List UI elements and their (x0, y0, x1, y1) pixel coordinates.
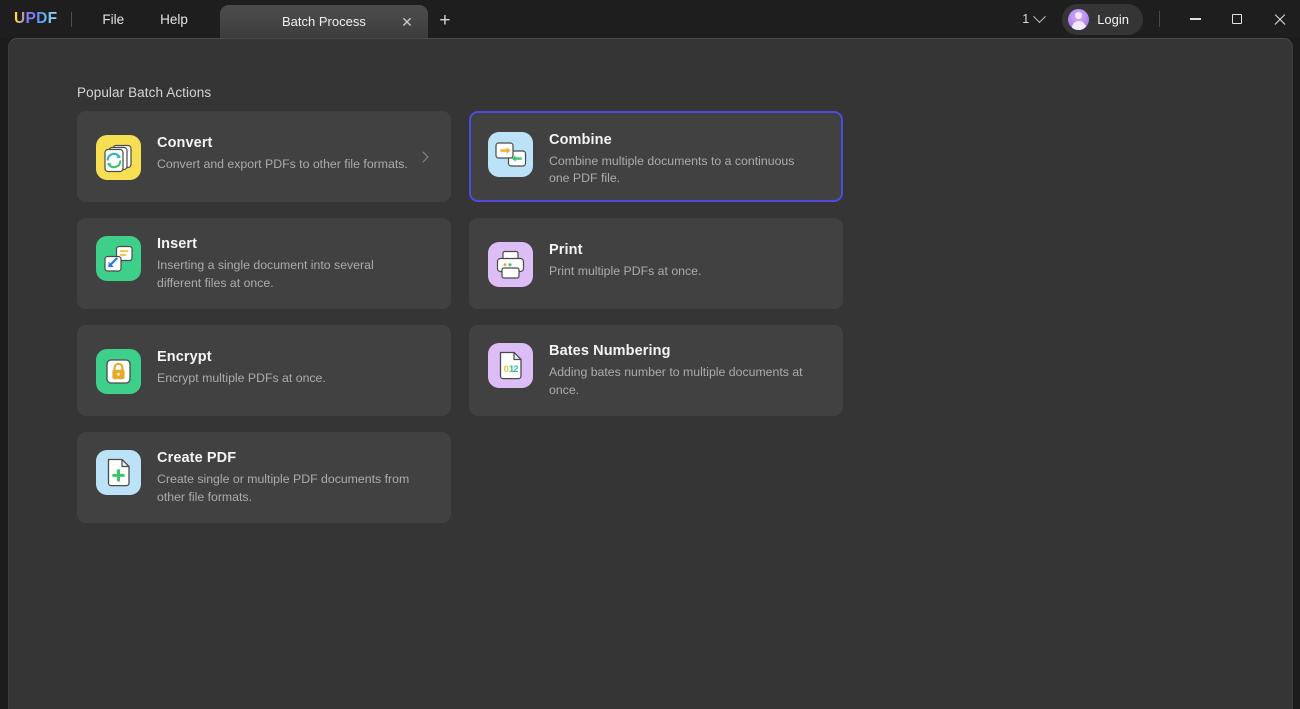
maximize-button[interactable] (1216, 0, 1258, 38)
card-inner: Insert Inserting a single document into s… (96, 235, 433, 292)
card-title: Combine (549, 132, 612, 148)
card-inner: Create PDF Create single or multiple PDF … (96, 449, 433, 506)
card-description: Combine multiple documents to a continuo… (549, 154, 795, 186)
menu-file[interactable]: File (84, 8, 142, 31)
chevron-down-icon (1033, 9, 1047, 23)
batch-action-card-insert[interactable]: Insert Inserting a single document into s… (77, 218, 451, 309)
card-description: Print multiple PDFs at once. (549, 263, 702, 278)
page-count-value: 1 (1022, 12, 1030, 26)
card-description: Encrypt multiple PDFs at once. (157, 370, 326, 385)
svg-text:0: 0 (504, 363, 509, 374)
menu-help[interactable]: Help (142, 8, 206, 31)
card-inner: Convert Convert and export PDFs to other … (96, 134, 433, 180)
card-title: Print (549, 241, 583, 258)
card-description: Convert and export PDFs to other file fo… (157, 156, 408, 171)
batch-action-card-convert[interactable]: Convert Convert and export PDFs to other … (77, 111, 451, 202)
page-title: Popular Batch Actions (77, 85, 212, 100)
print-icon (488, 241, 533, 287)
card-inner: Encrypt Encrypt multiple PDFs at once. (96, 348, 433, 394)
login-label: Login (1097, 11, 1129, 27)
close-icon[interactable]: ✕ (398, 13, 416, 31)
card-title: Encrypt (157, 348, 212, 365)
close-window-icon (1273, 13, 1286, 26)
new-tab-icon[interactable]: + (428, 4, 462, 37)
create-pdf-icon (96, 450, 141, 496)
minimize-icon (1189, 18, 1201, 20)
card-text: Bates Numbering Adding bates number to mu… (549, 342, 804, 399)
avatar-icon (1068, 8, 1090, 30)
updf-logo: UPDF (8, 10, 63, 28)
content-area: Popular Batch Actions Convert Convert and… (8, 38, 1293, 709)
batch-action-card-combine[interactable]: Combine Combine multiple documents to a c… (469, 111, 843, 202)
card-title: Bates Numbering (549, 343, 671, 360)
card-inner: Combine Combine multiple documents to a c… (488, 121, 825, 188)
tab-batch-process[interactable]: Batch Process ✕ (219, 5, 428, 38)
card-title: Insert (157, 236, 198, 253)
insert-icon (96, 236, 141, 282)
tab-label: Batch Process (282, 14, 366, 29)
title-bar-left: UPDF File Help (0, 0, 206, 38)
combine-icon (488, 132, 533, 177)
batch-action-card-print[interactable]: Print Print multiple PDFs at once. (469, 218, 843, 309)
login-button[interactable]: Login (1062, 3, 1143, 35)
card-text: Convert Convert and export PDFs to other … (157, 134, 408, 173)
title-bar: UPDF File Help Batch Process ✕ + 1 Login (0, 0, 1300, 38)
card-description: Adding bates number to multiple document… (549, 365, 803, 397)
close-window-button[interactable] (1258, 0, 1300, 38)
card-text: Combine Combine multiple documents to a c… (549, 131, 804, 188)
bates-numbering-icon: 0 1 2 (488, 343, 533, 389)
card-text: Encrypt Encrypt multiple PDFs at once. (157, 348, 326, 387)
page-count-dropdown[interactable]: 1 (1016, 8, 1050, 30)
card-text: Create PDF Create single or multiple PDF … (157, 449, 412, 506)
titlebar-divider (71, 11, 73, 27)
encrypt-icon (96, 348, 141, 394)
card-inner: 0 1 2 Bates Numbering Adding bates number… (488, 342, 825, 399)
batch-action-card-encrypt[interactable]: Encrypt Encrypt multiple PDFs at once. (77, 325, 451, 416)
tab-strip: Batch Process ✕ + (219, 0, 462, 38)
card-inner: Print Print multiple PDFs at once. (488, 241, 825, 287)
window-controls-divider (1159, 11, 1160, 27)
batch-action-card-create-pdf[interactable]: Create PDF Create single or multiple PDF … (77, 432, 451, 523)
card-title: Create PDF (157, 450, 237, 467)
title-bar-right: 1 Login (1016, 0, 1300, 38)
batch-action-card-bates-numbering[interactable]: 0 1 2 Bates Numbering Adding bates number… (469, 325, 843, 416)
convert-icon (96, 134, 141, 180)
card-text: Insert Inserting a single document into s… (157, 235, 412, 292)
maximize-icon (1232, 14, 1242, 24)
batch-action-grid: Convert Convert and export PDFs to other … (77, 111, 1233, 523)
svg-text:2: 2 (513, 363, 518, 374)
card-description: Inserting a single document into several… (157, 258, 374, 290)
card-text: Print Print multiple PDFs at once. (549, 241, 701, 280)
minimize-button[interactable] (1174, 0, 1216, 38)
card-description: Create single or multiple PDF documents … (157, 472, 410, 504)
card-title: Convert (157, 134, 213, 151)
